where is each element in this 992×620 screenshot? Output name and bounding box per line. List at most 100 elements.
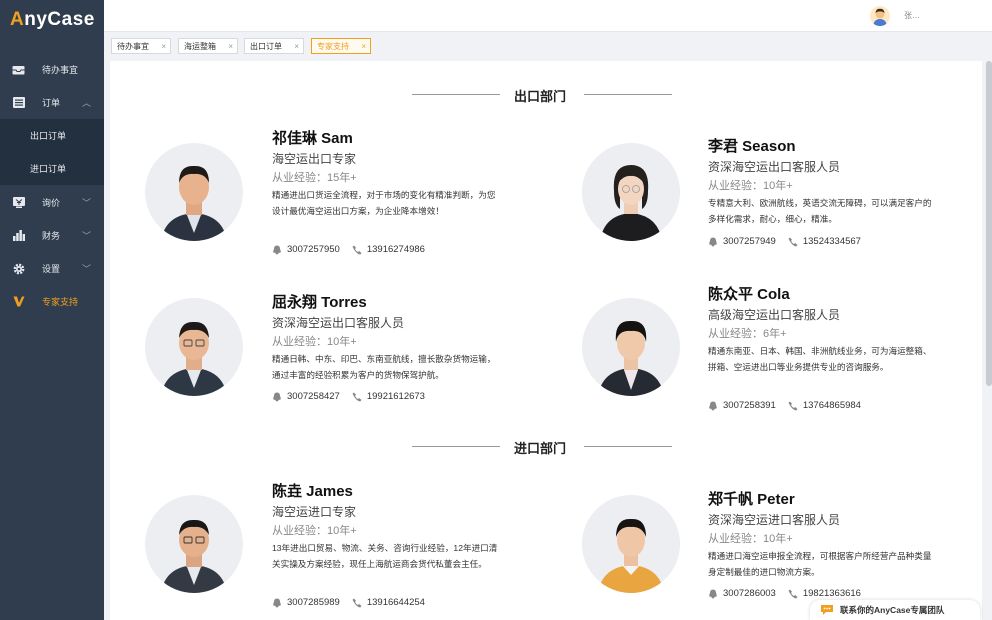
qq-icon (708, 401, 718, 411)
expert-experience: 从业经验：10年+ (708, 533, 793, 545)
expert-role: 资深海空运出口客服人员 (708, 160, 841, 174)
sidebar-item-todo[interactable]: 待办事宜 (0, 53, 104, 86)
tab-bar: 待办事宜 × 海运整箱 × 出口订单 × 专家支持 × (104, 33, 992, 61)
tab-label: 海运整箱 (184, 41, 216, 51)
scrollbar[interactable] (986, 61, 992, 386)
qq-icon (272, 598, 282, 608)
expert-description: 精通东南亚、日本、韩国、非洲航线业务，可为海运整箱、拼箱、空运进出口等业务提供专… (708, 346, 932, 372)
expert-phone[interactable]: 13524334567 (803, 236, 861, 247)
expert-phone[interactable]: 13764865984 (803, 400, 861, 411)
expert-description: 专精意大利、欧洲航线，英语交流无障碍，可以满足客户的多样化需求，耐心，细心，精准… (708, 198, 932, 224)
v-icon (12, 295, 25, 308)
qq-icon (708, 589, 718, 599)
sidebar-item-label: 财务 (42, 231, 61, 241)
sidebar-item-label: 待办事宜 (42, 65, 79, 75)
inbox-icon (12, 63, 25, 76)
expert-experience: 从业经验：10年+ (272, 336, 357, 348)
expert-photo (582, 495, 680, 593)
tab-export-orders[interactable]: 出口订单 × (244, 38, 304, 54)
expert-role: 资深海空运进口客服人员 (708, 513, 841, 527)
gear-icon (12, 262, 25, 275)
expert-experience: 从业经验：15年+ (272, 172, 357, 184)
close-icon[interactable]: × (361, 42, 366, 51)
tab-label: 专家支持 (317, 41, 349, 51)
expert-photo (145, 143, 243, 241)
expert-photo (582, 143, 680, 241)
sidebar-item-finance[interactable]: 财务 ﹀ (0, 219, 104, 252)
expert-qq[interactable]: 3007257949 (723, 236, 776, 247)
qq-icon (708, 237, 718, 247)
sidebar-item-label: 进口订单 (30, 164, 67, 174)
expert-name: 陈垚 James (272, 483, 353, 500)
sidebar: AnyCase 待办事宜 订单 ︿ 出口订单 进口订单 询价 ﹀ 财务 ﹀ 设置… (0, 0, 104, 620)
tab-sea-fcl[interactable]: 海运整箱 × (178, 38, 238, 54)
expert-qq[interactable]: 3007258427 (287, 391, 340, 402)
expert-contact: 3007286003 19821363616 (708, 588, 861, 599)
expert-role: 海空运出口专家 (272, 152, 357, 166)
chevron-down-icon: ﹀ (82, 231, 92, 241)
main-content: 出口部门 祁佳琳 Sam 海空运出口专家 从业经验：15年+ 精通进出口货运全流… (110, 61, 982, 620)
expert-photo (582, 298, 680, 396)
tab-todo[interactable]: 待办事宜 × (111, 38, 171, 54)
divider (412, 446, 500, 447)
expert-name: 陈众平 Cola (708, 286, 790, 303)
expert-name: 祁佳琳 Sam (272, 130, 353, 147)
sidebar-item-label: 订单 (42, 98, 61, 108)
sidebar-item-export-orders[interactable]: 出口订单 (0, 119, 104, 152)
sidebar-item-label: 出口订单 (30, 131, 67, 141)
expert-name: 郑千帆 Peter (708, 491, 795, 508)
sidebar-item-expert-support[interactable]: 专家支持 (0, 285, 104, 318)
expert-experience: 从业经验：10年+ (272, 525, 357, 537)
expert-qq[interactable]: 3007257950 (287, 244, 340, 255)
expert-description: 精通进口海空运申报全流程，可根据客户所经营产品种类量身定制最佳的进口物流方案。 (708, 551, 932, 577)
app-logo[interactable]: AnyCase (0, 0, 104, 40)
user-avatar[interactable] (870, 6, 890, 26)
qq-icon (272, 245, 282, 255)
expert-phone[interactable]: 13916644254 (367, 597, 425, 608)
expert-photo (145, 495, 243, 593)
quote-icon (12, 196, 25, 209)
expert-experience: 从业经验：10年+ (708, 180, 793, 192)
sidebar-item-quote[interactable]: 询价 ﹀ (0, 186, 104, 219)
phone-icon (788, 401, 798, 411)
sidebar-item-orders[interactable]: 订单 ︿ (0, 86, 104, 119)
expert-role: 高级海空运出口客服人员 (708, 308, 841, 322)
divider (584, 94, 672, 95)
logo-text: nyCase (24, 9, 95, 30)
tab-label: 待办事宜 (117, 41, 149, 51)
expert-experience: 从业经验：6年+ (708, 328, 787, 340)
chart-icon (12, 229, 25, 242)
list-icon (12, 96, 25, 109)
expert-qq[interactable]: 3007258391 (723, 400, 776, 411)
chevron-down-icon: ﹀ (82, 264, 92, 274)
divider (584, 446, 672, 447)
sidebar-item-import-orders[interactable]: 进口订单 (0, 152, 104, 185)
expert-role: 海空运进口专家 (272, 505, 357, 519)
phone-icon (788, 589, 798, 599)
expert-phone[interactable]: 13916274986 (367, 244, 425, 255)
expert-photo (145, 298, 243, 396)
expert-contact: 3007257950 13916274986 (272, 244, 425, 255)
contact-team-button[interactable]: 联系你的AnyCase专属团队 (810, 600, 980, 620)
tab-label: 出口订单 (250, 41, 282, 51)
chat-icon (820, 604, 834, 616)
expert-qq[interactable]: 3007286003 (723, 588, 776, 599)
close-icon[interactable]: × (294, 42, 299, 51)
expert-name: 屈永翔 Torres (272, 294, 367, 311)
close-icon[interactable]: × (228, 42, 233, 51)
expert-contact: 3007285989 13916644254 (272, 597, 425, 608)
sidebar-item-settings[interactable]: 设置 ﹀ (0, 252, 104, 285)
qq-icon (272, 392, 282, 402)
chevron-down-icon: ﹀ (82, 198, 92, 208)
expert-phone[interactable]: 19821363616 (803, 588, 861, 599)
divider (412, 94, 500, 95)
phone-icon (352, 245, 362, 255)
expert-description: 13年进出口贸易、物流、关务、咨询行业经验，12年进口清关实操及方案经验，现任上… (272, 543, 498, 569)
sidebar-item-label: 专家支持 (42, 297, 79, 307)
tab-expert-support[interactable]: 专家支持 × (311, 38, 371, 54)
expert-phone[interactable]: 19921612673 (367, 391, 425, 402)
close-icon[interactable]: × (161, 42, 166, 51)
phone-icon (788, 237, 798, 247)
expert-qq[interactable]: 3007285989 (287, 597, 340, 608)
user-name[interactable]: 张… (904, 10, 920, 21)
